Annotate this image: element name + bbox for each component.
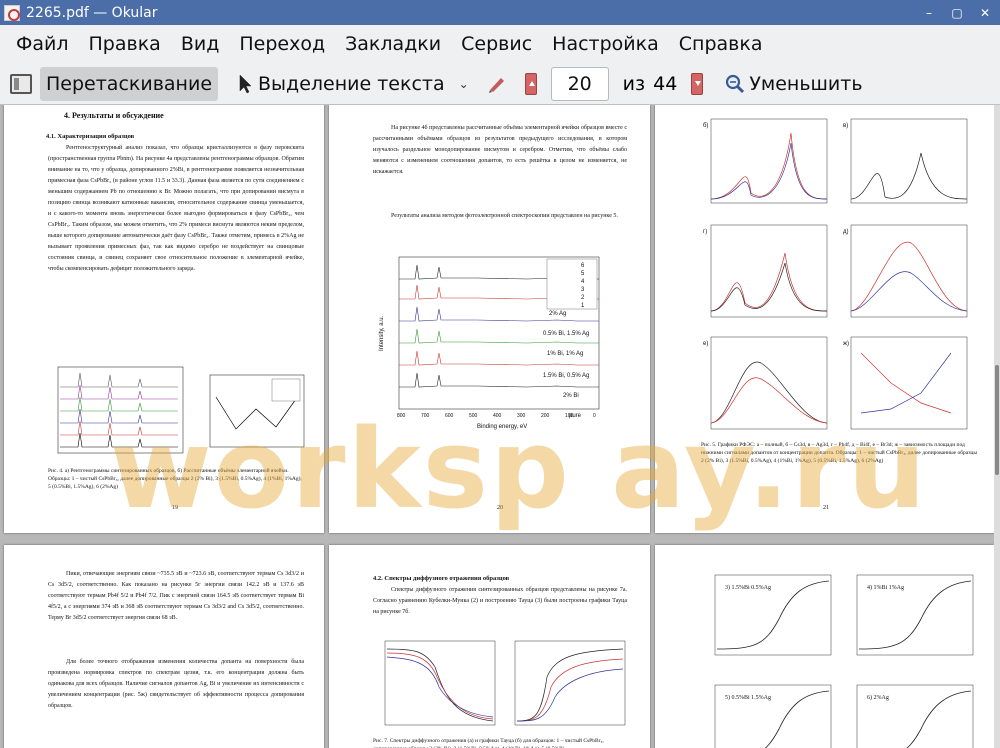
- menu-tools[interactable]: Сервис: [451, 33, 542, 55]
- menu-go[interactable]: Переход: [229, 33, 335, 55]
- x-axis-label: Binding energy, eV: [477, 424, 527, 430]
- x-tick: 300: [517, 413, 526, 419]
- previous-page-icon[interactable]: [524, 72, 537, 95]
- next-page-icon[interactable]: [691, 72, 704, 95]
- browse-tool-button[interactable]: Перетаскивание: [40, 66, 219, 101]
- x-tick: 100: [565, 413, 574, 419]
- page-body-text: Спектры диффузного отражения синтезирова…: [373, 587, 627, 615]
- minimize-button[interactable]: –: [920, 6, 938, 20]
- subsection-heading: 4.2. Спектры диффузного отражения образц…: [373, 575, 510, 582]
- series-label: 1% Bi, 1% Ag: [547, 351, 583, 357]
- close-button[interactable]: ✕: [976, 6, 994, 20]
- series-label: 2% Ag: [549, 311, 566, 317]
- page-number-input[interactable]: [550, 66, 609, 101]
- xps-panels-figure: б) в) г) д) е) ж): [703, 118, 968, 430]
- x-tick: 0: [593, 413, 596, 419]
- page-body-text: Рентгеноструктурный анализ показал, что …: [48, 145, 304, 272]
- diffuse-reflectance-figure: [384, 640, 626, 726]
- chevron-down-icon[interactable]: ⌄: [459, 77, 469, 91]
- section-heading: 4. Результаты и обсуждение: [64, 111, 164, 120]
- series-label: 2% Bi: [563, 393, 579, 399]
- title-bar: 2265.pdf — Okular – ▢ ✕: [0, 0, 1000, 25]
- series-label: 0.5% Bi, 1.5% Ag: [543, 331, 589, 337]
- x-tick: 500: [469, 413, 478, 419]
- menu-file[interactable]: Файл: [6, 33, 79, 55]
- panel-label: б): [703, 123, 708, 129]
- page-body-text-1: На рисунке 4б представлены рассчитанные …: [373, 125, 627, 175]
- series-label: 1.5% Bi, 0.5% Ag: [543, 373, 589, 379]
- page-body-text-2: Результаты анализа методом фотоэлектронн…: [391, 213, 618, 219]
- page-number: 19: [172, 505, 178, 511]
- okular-app-icon: [4, 4, 20, 21]
- menu-help[interactable]: Справка: [669, 33, 773, 55]
- panel-label: е): [703, 341, 708, 347]
- vertical-scrollbar[interactable]: [994, 105, 1000, 748]
- y-axis-label: Intensity, a.u.: [379, 315, 385, 351]
- pdf-page-22: Пики, отвечающие энергиям связи ~735.5 э…: [4, 545, 324, 748]
- panel-label: 4) 1%Bi 1%Ag: [867, 584, 904, 591]
- panel-label: д): [843, 229, 849, 235]
- page-of-label: из: [622, 72, 646, 95]
- panel-label: 3) 1.5%Bi 0.5%Ag: [725, 584, 771, 591]
- page-number: 21: [823, 505, 829, 511]
- sidebar-toggle-icon[interactable]: [10, 73, 32, 94]
- panel-label: 6) 2%Ag: [867, 694, 889, 701]
- xps-survey-figure: 6 5 4 3 2 1 2% Ag 0.5% Bi, 1.5% Ag 1% Bi…: [379, 256, 600, 430]
- panel-label: в): [843, 123, 848, 129]
- page-number: 20: [497, 505, 503, 511]
- menu-bookmarks[interactable]: Закладки: [335, 33, 451, 55]
- panel-label: г): [703, 229, 707, 235]
- menu-settings[interactable]: Настройка: [542, 33, 669, 55]
- pdf-page-23: 4.2. Спектры диффузного отражения образц…: [329, 545, 650, 748]
- annotation-pen-icon[interactable]: [487, 74, 507, 94]
- total-pages-label: 44: [653, 72, 678, 95]
- page-body-text-1: Пики, отвечающие энергиям связи ~735.5 э…: [48, 571, 304, 621]
- menu-edit[interactable]: Правка: [79, 33, 171, 55]
- xrd-figure: [57, 366, 184, 454]
- menu-bar: Файл Правка Вид Переход Закладки Сервис …: [0, 25, 1000, 63]
- figure-7-caption: Рис. 7. Спектры диффузного отражения (а)…: [373, 738, 604, 748]
- scrollbar-thumb[interactable]: [995, 365, 999, 475]
- zoom-out-button[interactable]: Уменьшить: [719, 67, 868, 101]
- x-tick: 600: [445, 413, 454, 419]
- x-tick: 700: [421, 413, 430, 419]
- pdf-page-21: б) в) г) д) е) ж) Рис. 5. Графики РФЭС: …: [655, 105, 994, 533]
- document-view[interactable]: 4. Результаты и обсуждение 4.1. Характер…: [0, 105, 1000, 748]
- page-body-text-2: Для более точного отображения изменения …: [48, 659, 304, 709]
- figure-5-caption: Рис. 5. Графики РФЭС: а – полный, б – Cs…: [701, 442, 978, 464]
- x-tick: 800: [397, 413, 406, 419]
- main-toolbar: Перетаскивание Выделение текста ⌄ из 44 …: [0, 63, 1000, 105]
- menu-view[interactable]: Вид: [171, 33, 230, 55]
- subsection-heading: 4.1. Характеризация образцов: [46, 133, 135, 140]
- pdf-page-24: 3) 1.5%Bi 0.5%Ag 4) 1%Bi 1%Ag 5) 0.5%Bi …: [655, 545, 994, 748]
- zoom-out-label: Уменьшить: [749, 72, 863, 95]
- panel-label: ж): [843, 341, 849, 347]
- x-tick: 400: [493, 413, 502, 419]
- panel-label: 5) 0.5%Bi 1.5%Ag: [725, 694, 771, 701]
- pdf-page-19: 4. Результаты и обсуждение 4.1. Характер…: [4, 105, 324, 533]
- cursor-arrow-icon: [239, 73, 252, 93]
- figure-4-caption: Рис. 4. а) Рентгенограммы синтезированны…: [48, 468, 302, 490]
- x-tick: 200: [541, 413, 550, 419]
- magnifier-icon: [726, 74, 745, 93]
- text-select-tool-button[interactable]: Выделение текста: [232, 67, 451, 101]
- text-select-tool-label: Выделение текста: [258, 72, 445, 95]
- maximize-button[interactable]: ▢: [948, 6, 966, 20]
- browse-tool-label: Перетаскивание: [46, 72, 213, 95]
- cell-volume-figure: [209, 374, 305, 448]
- pdf-page-20: На рисунке 4б представлены рассчитанные …: [329, 105, 650, 533]
- window-title: 2265.pdf — Okular: [26, 4, 158, 21]
- tauc-panels-figure: 3) 1.5%Bi 0.5%Ag 4) 1%Bi 1%Ag 5) 0.5%Bi …: [714, 574, 974, 748]
